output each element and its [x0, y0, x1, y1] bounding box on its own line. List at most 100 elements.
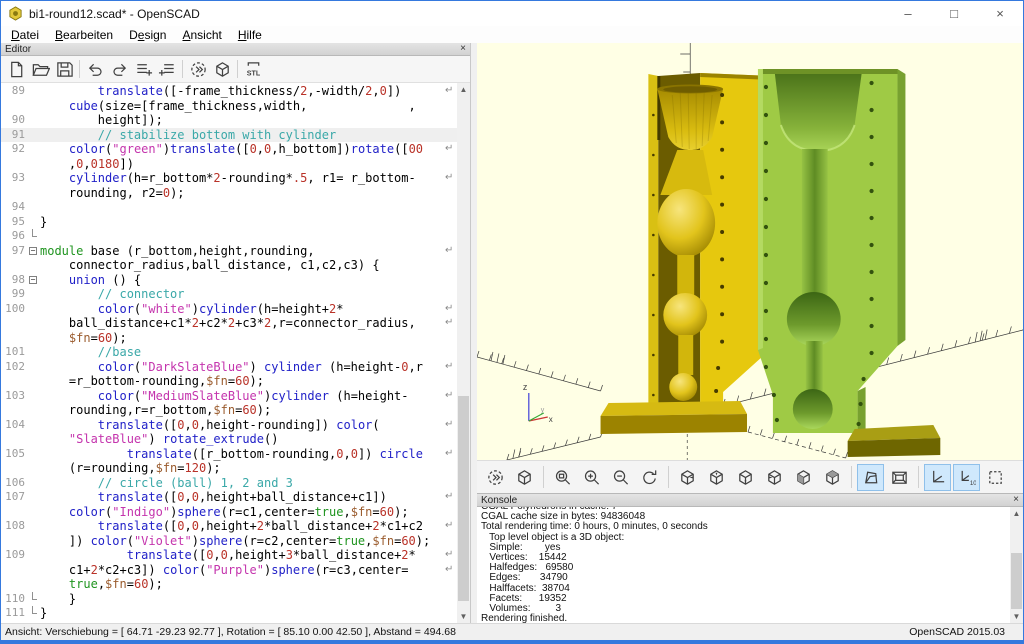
minimize-button[interactable]: – [885, 1, 931, 26]
editor-panel-header[interactable]: Editor × [1, 43, 470, 56]
code-row: 92 color("green")translate([0,0,h_bottom… [1, 142, 457, 157]
console-panel-header[interactable]: Konsole × [477, 494, 1023, 507]
maximize-button[interactable]: □ [931, 1, 977, 26]
render-button[interactable] [511, 464, 538, 491]
code-row: connector_radius,ball_distance, c1,c2,c3… [1, 258, 457, 273]
code-row: 95} [1, 215, 457, 230]
view-back-button[interactable] [819, 464, 846, 491]
code-row: 101 //base [1, 345, 457, 360]
wrap-indicator-icon: ↵ [445, 84, 457, 99]
menu-bearbeiten[interactable]: Bearbeiten [47, 28, 121, 42]
export-stl-button[interactable]: STL [241, 57, 265, 81]
svg-text:10: 10 [970, 480, 976, 487]
menu-hilfe[interactable]: Hilfe [230, 28, 270, 42]
redo-button[interactable] [107, 57, 131, 81]
menu-design[interactable]: Design [121, 28, 174, 42]
code-row: 99 // connector [1, 287, 457, 302]
close-button[interactable]: × [977, 1, 1023, 26]
code-row: true,$fn=60); [1, 577, 457, 592]
code-row: 90 height]); [1, 113, 457, 128]
view-top-button[interactable] [703, 464, 730, 491]
toolbar-separator [237, 60, 238, 78]
wrap-indicator-icon [445, 157, 457, 172]
render-button[interactable] [210, 57, 234, 81]
view-bottom-button[interactable] [732, 464, 759, 491]
scroll-down-icon[interactable]: ▼ [457, 610, 470, 623]
titlebar[interactable]: bi1-round12.scad* - OpenSCAD – □ × [1, 1, 1023, 26]
toolbar-separator [79, 60, 80, 78]
console-scroll-thumb[interactable] [1011, 553, 1022, 609]
scroll-up-icon[interactable]: ▲ [1010, 507, 1023, 520]
viewport-3d[interactable]: z y x [477, 43, 1023, 460]
indent-button[interactable] [155, 57, 179, 81]
zoom-out-button[interactable] [607, 464, 634, 491]
editor-scroll-thumb[interactable] [458, 396, 469, 601]
show-scale-markers-button[interactable]: 10 [953, 464, 980, 491]
toolbar-separator [851, 466, 852, 488]
preview-button[interactable] [186, 57, 210, 81]
code-row: 89 translate([-frame_thickness/2,-width/… [1, 84, 457, 99]
editor-scrollbar[interactable]: ▲ ▼ [457, 83, 470, 623]
code-row: ]) color("Violet")sphere(r=c2,center=tru… [1, 534, 457, 549]
wrap-indicator-icon: ↵ [445, 563, 457, 578]
perspective-button[interactable] [857, 464, 884, 491]
editor-panel: Editor × STL 89 translate([-frame_thickn… [1, 43, 471, 623]
status-view-info: Ansicht: Verschiebung = [ 64.71 -29.23 9… [5, 626, 456, 638]
show-axes-button[interactable] [924, 464, 951, 491]
code-row: 107 translate([0,0,height+ball_distance+… [1, 490, 457, 505]
open-file-button[interactable] [28, 57, 52, 81]
zoom-all-button[interactable] [549, 464, 576, 491]
undo-button[interactable] [83, 57, 107, 81]
unindent-button[interactable] [131, 57, 155, 81]
toolbar-separator [543, 466, 544, 488]
code-row: 111} [1, 606, 457, 621]
console-scrollbar[interactable]: ▲ ▼ [1010, 507, 1023, 623]
code-editor[interactable]: 89 translate([-frame_thickness/2,-width/… [1, 83, 470, 623]
code-row: 97−module base (r_bottom,height,rounding… [1, 244, 457, 259]
wrap-indicator-icon: ↵ [445, 360, 457, 375]
wrap-indicator-icon [445, 432, 457, 447]
wrap-indicator-icon [445, 403, 457, 418]
orthogonal-button[interactable] [886, 464, 913, 491]
fold-marker-icon[interactable]: − [29, 276, 37, 284]
wrap-indicator-icon: ↵ [445, 244, 457, 259]
fold-marker-icon[interactable]: − [29, 247, 37, 255]
axis-indicator: z y x [523, 382, 553, 424]
code-row: 94 [1, 200, 457, 215]
wrap-indicator-icon [445, 215, 457, 230]
wrap-indicator-icon [445, 287, 457, 302]
menu-datei[interactable]: Datei [3, 28, 47, 42]
wrap-indicator-icon: ↵ [445, 447, 457, 462]
scroll-down-icon[interactable]: ▼ [1010, 610, 1023, 623]
view-right-button[interactable] [674, 464, 701, 491]
code-row: 109 translate([0,0,height+3*ball_distanc… [1, 548, 457, 563]
new-file-button[interactable] [4, 57, 28, 81]
console-close-icon[interactable]: × [1013, 495, 1019, 505]
zoom-in-button[interactable] [578, 464, 605, 491]
viewport-scene: z y x [477, 43, 1023, 460]
console-line: Top level object is a 3D object: [481, 533, 1023, 543]
view-front-button[interactable] [790, 464, 817, 491]
console-output[interactable]: CGAL Polyhedrons in cache: 7CGAL cache s… [477, 507, 1023, 623]
editor-close-icon[interactable]: × [460, 44, 466, 54]
view-left-button[interactable] [761, 464, 788, 491]
toolbar-separator [918, 466, 919, 488]
scroll-up-icon[interactable]: ▲ [457, 83, 470, 96]
editor-toolbar: STL [1, 56, 470, 83]
reset-view-button[interactable] [636, 464, 663, 491]
wrap-indicator-icon: ↵ [445, 490, 457, 505]
code-row: c1+2*c2+c3]) color("Purple")sphere(r=c3,… [1, 563, 457, 578]
fold-end-icon [32, 606, 37, 614]
wrap-indicator-icon [445, 505, 457, 520]
window-border-bottom [1, 640, 1023, 643]
menu-ansicht[interactable]: Ansicht [174, 28, 229, 42]
wrap-indicator-icon: ↵ [445, 548, 457, 563]
wrap-indicator-icon [445, 200, 457, 215]
yellow-positive-mold [601, 73, 772, 434]
fold-end-icon [32, 229, 37, 237]
code-row: ,0,0180]) [1, 157, 457, 172]
save-file-button[interactable] [52, 57, 76, 81]
viewport-toolbar: 10 [477, 460, 1023, 493]
preview-button[interactable] [482, 464, 509, 491]
show-crosshairs-button[interactable] [982, 464, 1009, 491]
